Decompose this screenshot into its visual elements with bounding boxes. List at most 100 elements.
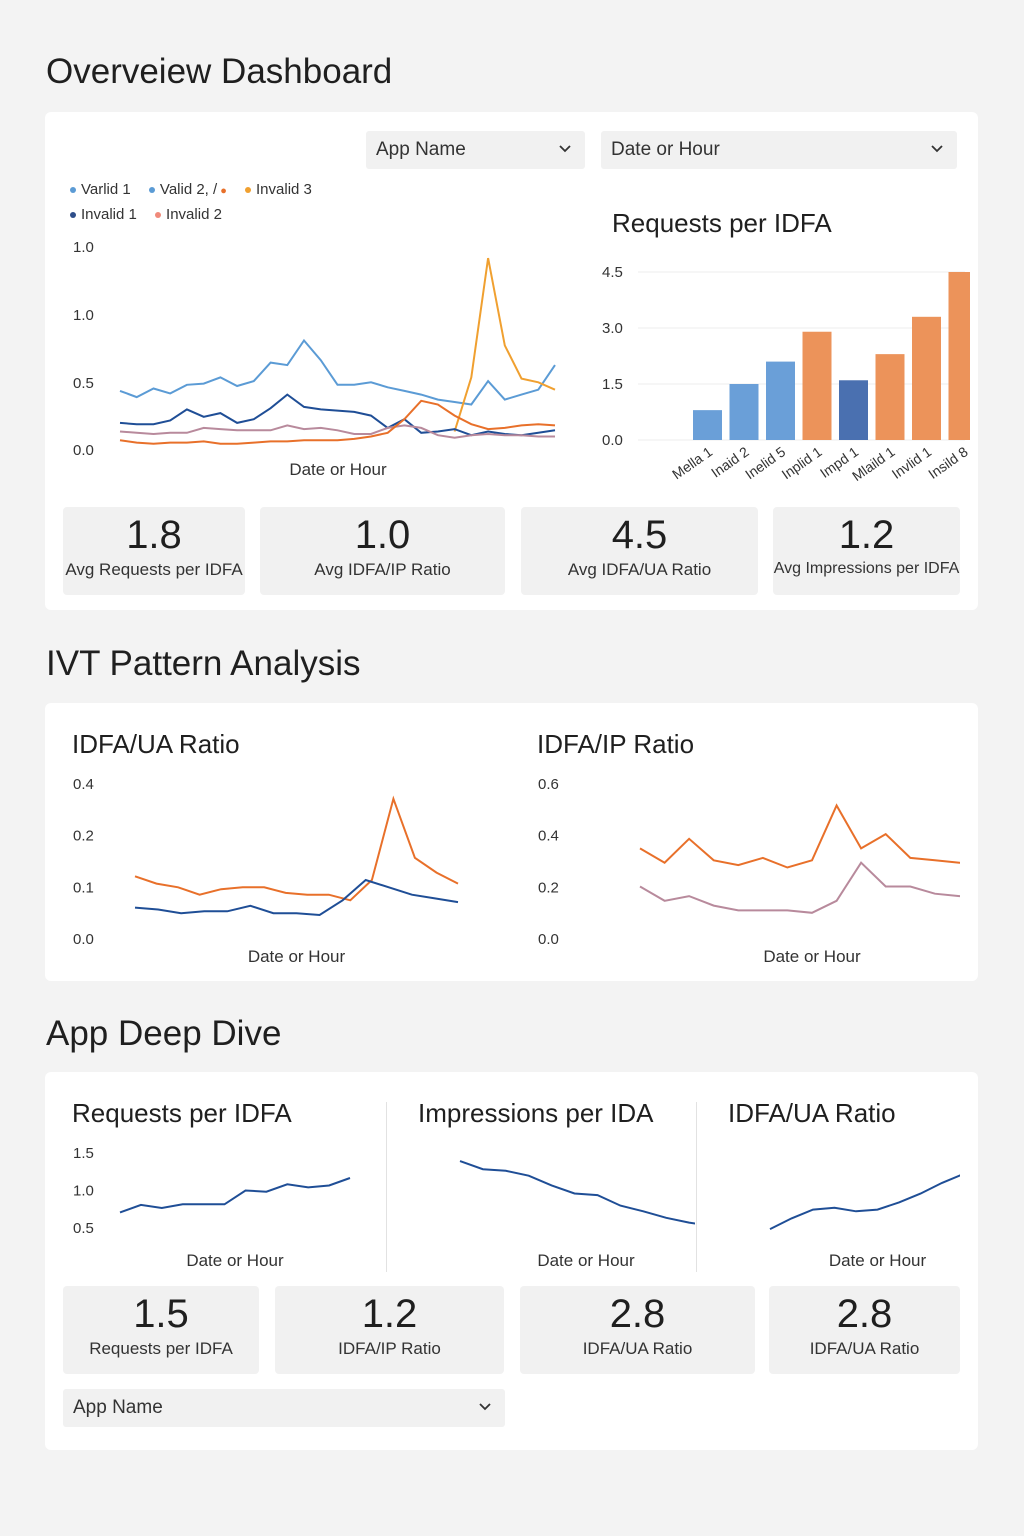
x-axis-label: Date or Hour: [763, 947, 861, 966]
x-axis-label: Date or Hour: [289, 460, 387, 479]
overview-card: App Name Date or Hour Varlid 1 Valid 2, …: [45, 112, 978, 610]
kpi-label: Avg IDFA/IP Ratio: [314, 560, 451, 579]
bar: [802, 331, 832, 440]
ivt-card: IDFA/UA Ratio 0.4 0.2 0.1 0.0 Date or Hour I…: [45, 703, 978, 981]
bar: [948, 272, 970, 440]
deep-ua-title: IDFA/UA Ratio: [728, 1098, 896, 1128]
legend-item[interactable]: Varlid 1: [70, 181, 131, 198]
bar: [875, 354, 905, 440]
deep-dive-section-title: App Deep Dive: [46, 1014, 282, 1053]
ivt-section-title: IVT Pattern Analysis: [46, 644, 361, 683]
y-tick-label: 0.0: [73, 442, 94, 459]
requests-bar-chart: 4.53.01.50.0Mella 1Inaid 2Inelid 5Inplid…: [602, 264, 970, 484]
series-line-1: [134, 878, 459, 917]
legend-extra-marker: ●: [220, 185, 227, 197]
kpi-label: IDFA/UA Ratio: [582, 1339, 693, 1358]
kpi-value: 1.5: [133, 1292, 189, 1336]
x-axis-label: Date or Hour: [829, 1251, 927, 1270]
x-tick-label: Mlaild 1: [849, 443, 898, 484]
x-axis-label: Date or Hour: [537, 1251, 635, 1270]
legend-label: Valid 2, /: [159, 181, 218, 198]
legend-item[interactable]: Valid 2, / ●: [148, 181, 227, 198]
requests-per-idfa-title: Requests per IDFA: [612, 208, 832, 238]
legend-item[interactable]: Invalid 2: [155, 206, 222, 223]
chevron-down-icon: [479, 1403, 491, 1411]
legend-marker: [70, 187, 76, 194]
y-tick-label: 3.0: [602, 320, 623, 337]
y-tick-label: 0.4: [538, 828, 559, 845]
series-line-0: [769, 1174, 960, 1230]
x-tick-label: Invlid 1: [889, 443, 935, 482]
y-tick-label: 1.5: [602, 376, 623, 393]
x-tick-label: Inelid 5: [742, 443, 788, 482]
series-line-0: [459, 1160, 695, 1225]
legend-item[interactable]: Invalid 1: [70, 206, 137, 223]
chevron-down-icon: [931, 145, 943, 153]
chevron-down-icon: [559, 145, 571, 153]
x-tick-label: Mella 1: [669, 443, 715, 482]
kpi-label: IDFA/IP Ratio: [338, 1339, 441, 1358]
kpi-card: 2.8 IDFA/UA Ratio: [520, 1286, 755, 1374]
deep-impressions-title: Impressions per IDA: [418, 1098, 654, 1128]
y-tick-label: 1.0: [73, 307, 94, 324]
y-tick-label: 1.0: [73, 239, 94, 256]
deep-app-name-dropdown-label: App Name: [73, 1397, 163, 1418]
bar: [839, 380, 868, 440]
app-name-dropdown-label: App Name: [376, 139, 466, 160]
divider: [696, 1102, 697, 1272]
bar: [729, 384, 759, 440]
kpi-card: 1.0 Avg IDFA/IP Ratio: [260, 507, 505, 595]
kpi-value: 1.0: [354, 513, 411, 557]
legend-label: Invalid 2: [166, 206, 222, 223]
y-tick-label: 0.0: [538, 931, 559, 948]
kpi-value: 4.5: [611, 513, 668, 557]
kpi-value: 1.2: [838, 513, 895, 557]
bar: [693, 410, 722, 440]
y-tick-label: 0.5: [73, 1220, 94, 1237]
x-axis-label: Date or Hour: [186, 1251, 284, 1270]
kpi-value: 1.8: [126, 513, 182, 557]
deep-requests-chart: 1.5 1.0 0.5 Date or Hour: [73, 1145, 351, 1270]
series-line-0: [134, 795, 459, 902]
legend-label: Invalid 3: [256, 181, 312, 198]
legend-marker: [245, 187, 252, 194]
kpi-value: 2.8: [836, 1292, 893, 1336]
legend-marker: [148, 187, 155, 194]
kpi-card: 2.8 IDFA/UA Ratio: [769, 1286, 960, 1374]
y-tick-label: 0.2: [73, 828, 94, 845]
deep-app-name-dropdown[interactable]: App Name: [63, 1389, 505, 1427]
y-tick-label: 4.5: [602, 264, 623, 281]
kpi-value: 1.2: [361, 1292, 418, 1336]
series-line-0: [119, 1177, 351, 1214]
kpi-card: 1.2 IDFA/IP Ratio: [275, 1286, 504, 1374]
idfa-ua-ratio-title: IDFA/UA Ratio: [72, 729, 240, 759]
divider: [386, 1102, 387, 1272]
y-tick-label: 0.2: [538, 879, 559, 896]
bar: [766, 361, 795, 440]
legend-label: Varlid 1: [81, 181, 131, 198]
idfa-ip-ratio-title: IDFA/IP Ratio: [537, 729, 695, 759]
y-tick-label: 0.6: [538, 776, 559, 793]
kpi-card: 1.2 Avg Impressions per IDFA: [773, 507, 960, 595]
app-name-dropdown[interactable]: App Name: [366, 131, 585, 169]
deep-ua-chart: Date or Hour: [769, 1174, 960, 1270]
y-tick-label: 1.5: [73, 1145, 94, 1162]
deep-impressions-chart: Date or Hour: [459, 1160, 695, 1270]
date-or-hour-dropdown[interactable]: Date or Hour: [601, 131, 957, 169]
date-or-hour-dropdown-label: Date or Hour: [611, 139, 720, 160]
deep-requests-title: Requests per IDFA: [72, 1098, 292, 1128]
legend-label: Invalid 1: [81, 206, 137, 223]
y-tick-label: 1.0: [73, 1183, 94, 1200]
x-axis-label: Date or Hour: [248, 947, 346, 966]
kpi-card: 1.5 Requests per IDFA: [63, 1286, 259, 1374]
kpi-card: 4.5 Avg IDFA/UA Ratio: [521, 507, 758, 595]
y-tick-label: 0.5: [73, 375, 94, 392]
series-line-4: [119, 399, 556, 445]
series-line-0: [639, 803, 960, 869]
chart-legend: Varlid 1 Valid 2, / ● Invalid 3 Invalid 1…: [70, 178, 370, 226]
x-tick-label: Insild 8: [925, 443, 970, 482]
legend-item[interactable]: Invalid 3: [245, 181, 312, 198]
series-line-1: [639, 861, 960, 914]
series-line-1: [453, 257, 556, 432]
y-tick-label: 0.1: [73, 879, 94, 896]
